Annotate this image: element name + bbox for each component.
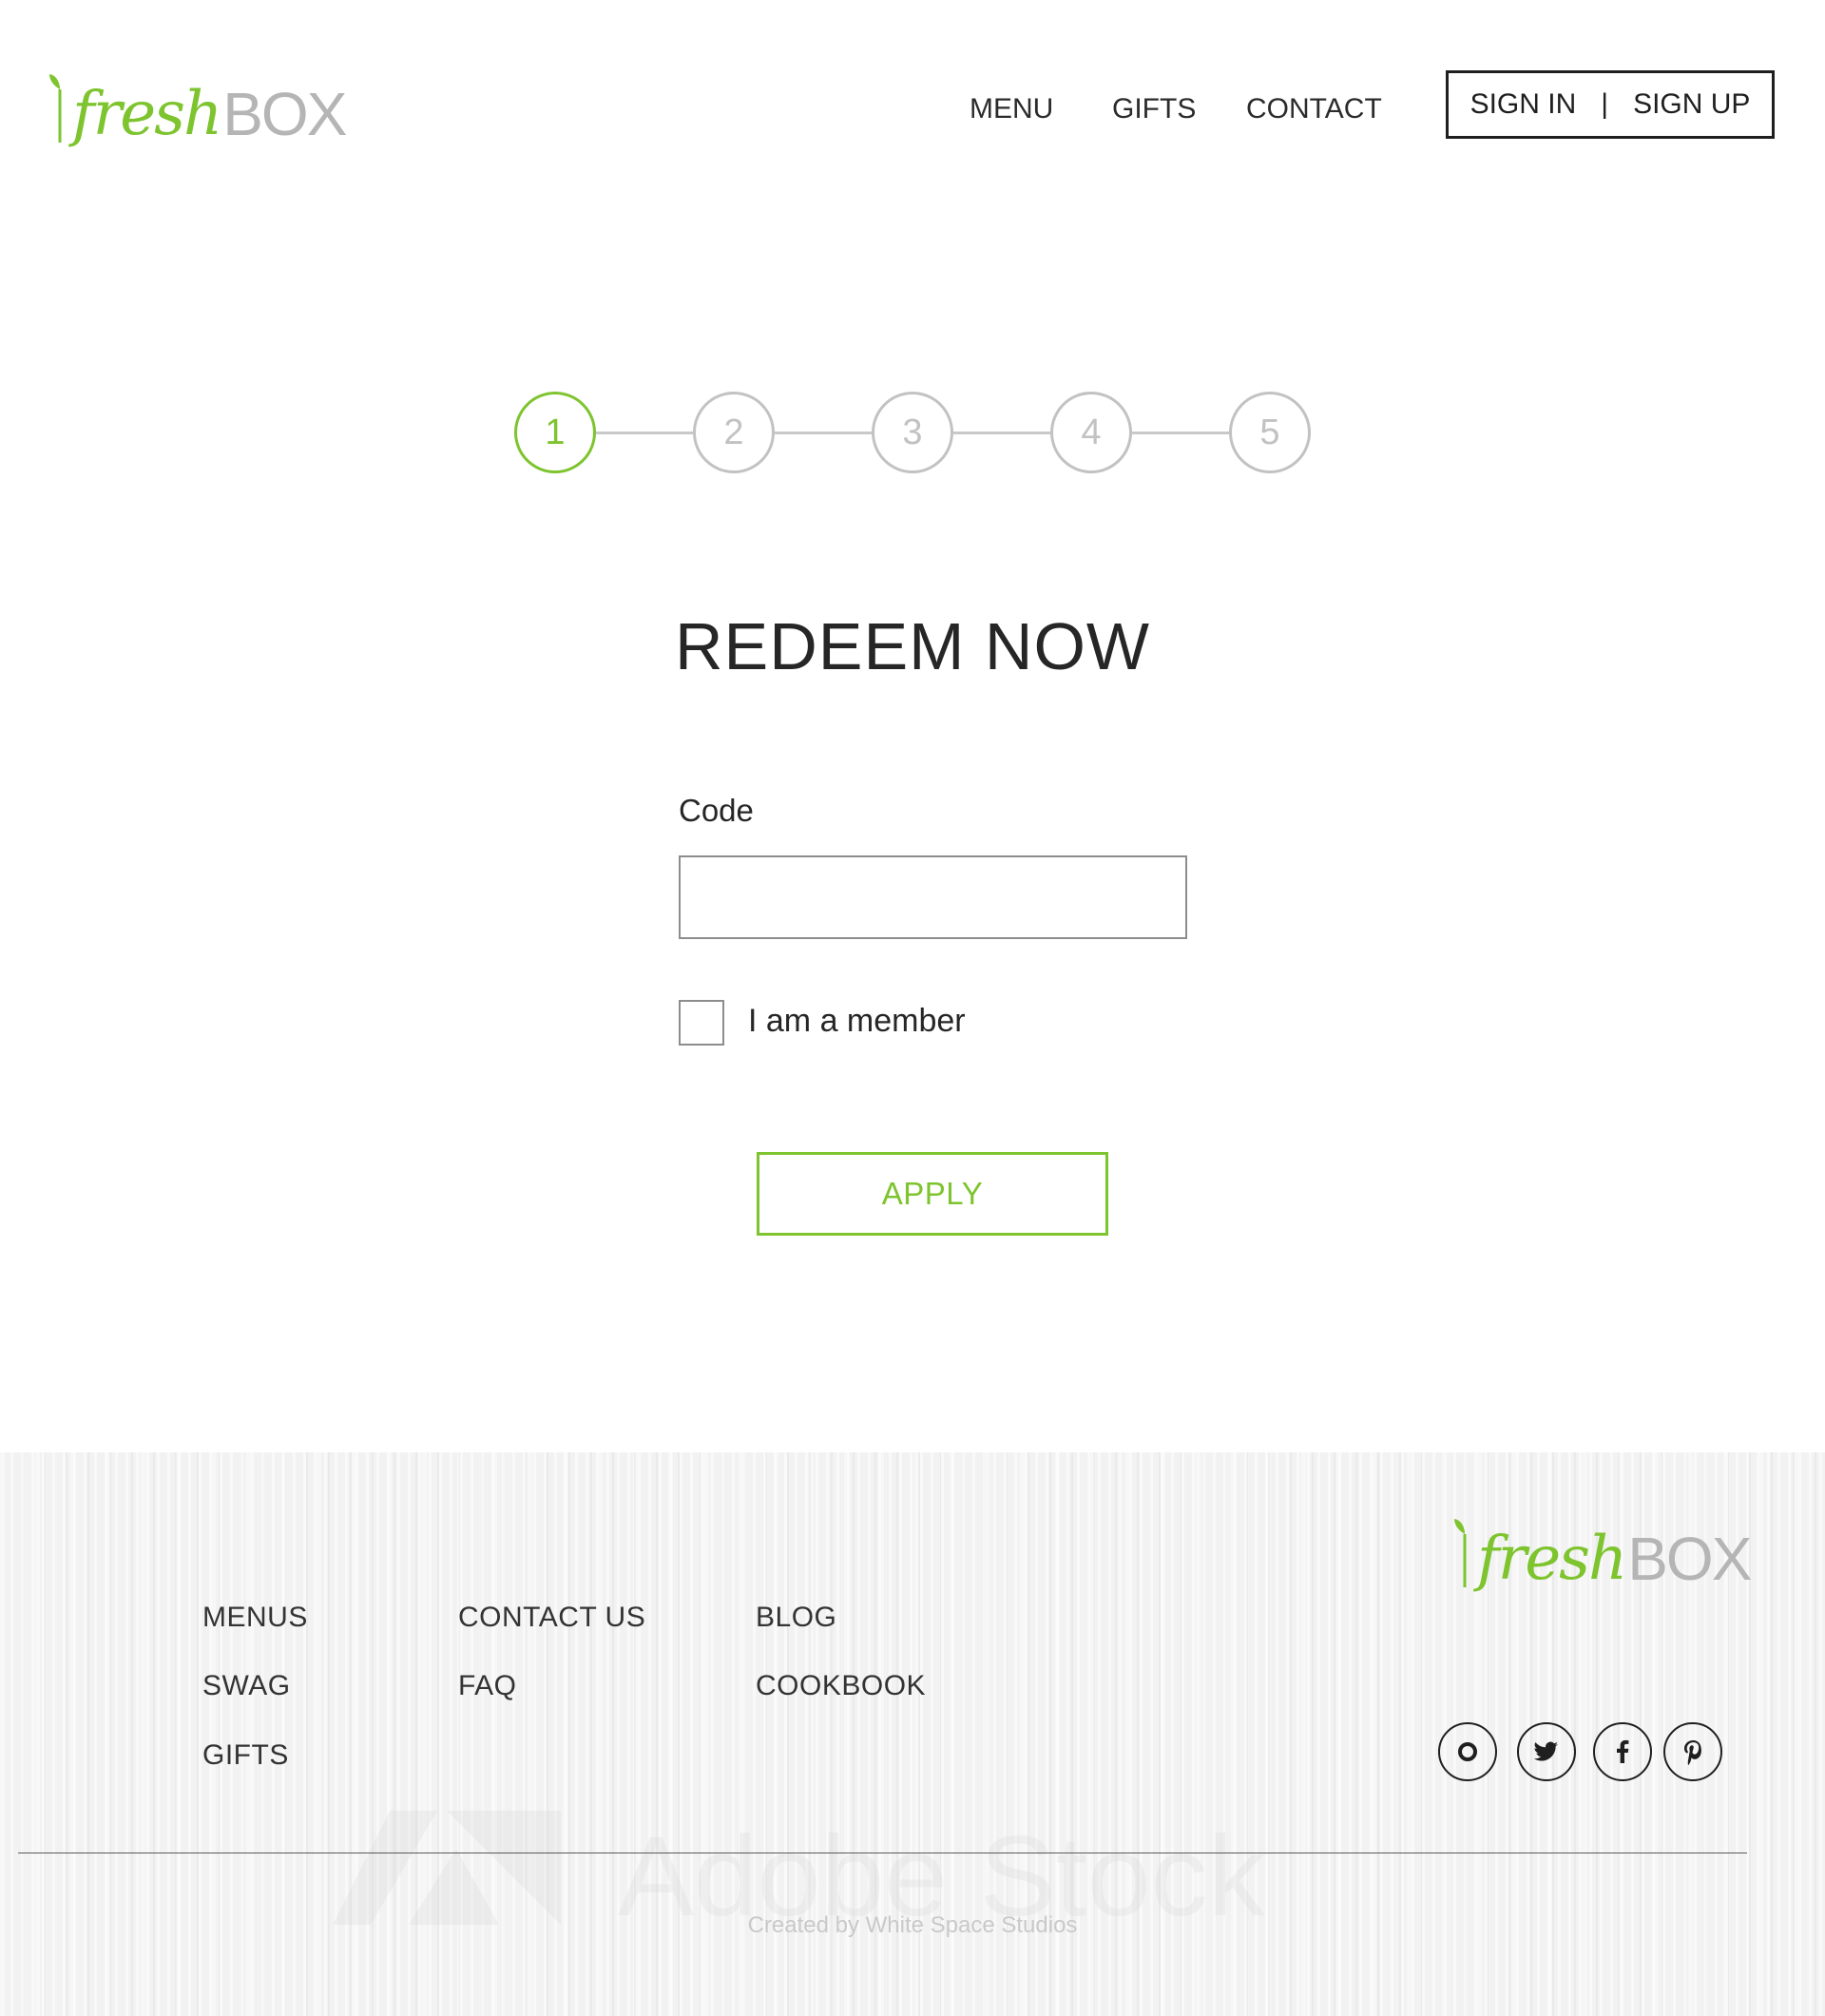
step-connector [596,432,693,434]
step-3[interactable]: 3 [872,392,953,473]
code-input[interactable] [679,855,1187,939]
logo-fresh-text: fresh [72,79,222,149]
step-connector [953,432,1050,434]
auth-separator: | [1601,88,1609,120]
logo-box-text: BOX [222,80,347,148]
step-1[interactable]: 1 [514,392,596,473]
code-label: Code [679,793,754,828]
instagram-icon[interactable] [1438,1722,1497,1781]
leaf-icon [49,74,62,143]
step-4[interactable]: 4 [1050,392,1132,473]
member-checkbox-label: I am a member [748,1003,966,1039]
footer-link-menus[interactable]: MENUS [202,1602,308,1634]
footer-link-faq[interactable]: FAQ [458,1670,517,1702]
auth-box: SIGN IN | SIGN UP [1446,70,1775,139]
leaf-icon [1454,1519,1467,1587]
footer-logo[interactable]: fresh BOX [1452,1513,1752,1594]
credit-text: Created by White Space Studios [747,1912,1078,1938]
footer-link-cookbook[interactable]: COOKBOOK [756,1670,926,1702]
progress-stepper: 1 2 3 4 5 [514,392,1311,473]
nav-gifts[interactable]: GIFTS [1112,93,1196,125]
apply-button[interactable]: APPLY [757,1152,1108,1236]
sign-in-link[interactable]: SIGN IN [1470,88,1577,121]
footer-link-contact-us[interactable]: CONTACT US [458,1602,645,1634]
header-logo[interactable]: fresh BOX [48,68,347,149]
sign-up-link[interactable]: SIGN UP [1633,88,1750,121]
footer-link-blog[interactable]: BLOG [756,1602,836,1634]
twitter-icon[interactable] [1517,1722,1576,1781]
step-5[interactable]: 5 [1229,392,1311,473]
step-connector [775,432,872,434]
footer-link-gifts[interactable]: GIFTS [202,1739,289,1772]
page-title: REDEEM NOW [675,609,1150,683]
pinterest-icon[interactable] [1663,1722,1722,1781]
logo-box-text: BOX [1627,1525,1752,1593]
facebook-icon[interactable] [1593,1722,1652,1781]
nav-contact[interactable]: CONTACT [1246,93,1382,125]
step-connector [1132,432,1229,434]
member-checkbox[interactable] [679,1000,724,1046]
footer-link-swag[interactable]: SWAG [202,1670,291,1702]
logo-fresh-text: fresh [1477,1524,1627,1594]
nav-menu[interactable]: MENU [970,93,1053,125]
step-2[interactable]: 2 [693,392,775,473]
